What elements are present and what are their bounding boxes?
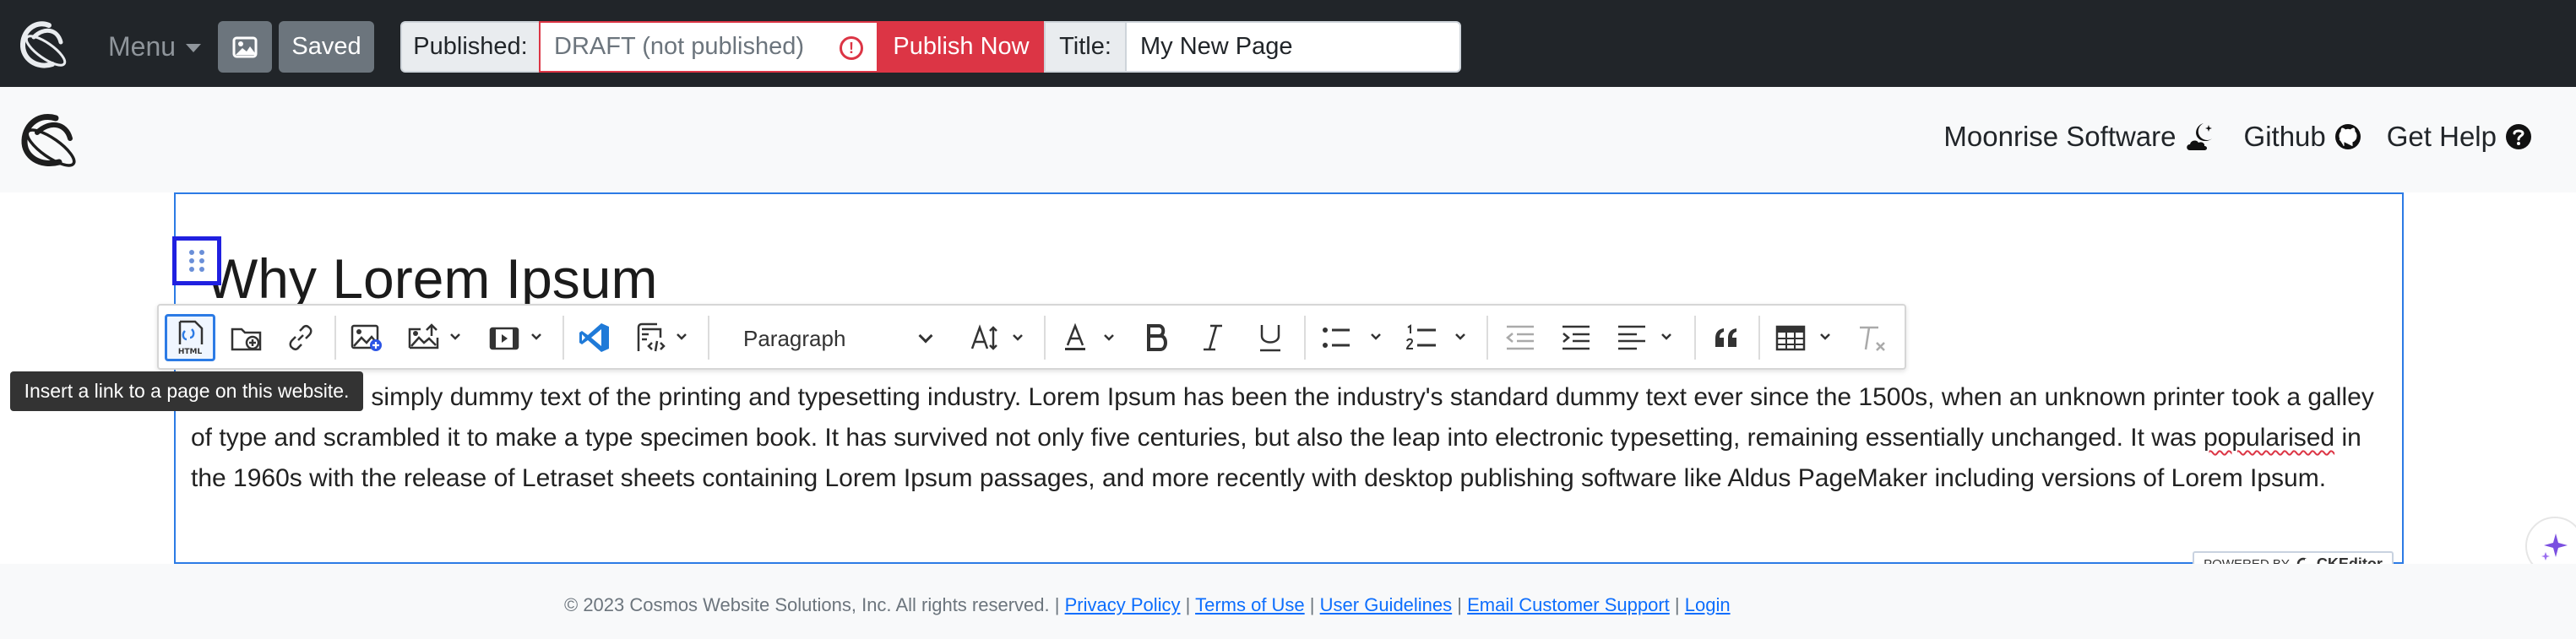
font-color-icon — [1065, 322, 1114, 350]
insert-table-button[interactable] — [1767, 314, 1843, 361]
page-title-input[interactable]: My New Page — [1125, 21, 1461, 73]
alignment-button[interactable] — [1608, 314, 1684, 361]
toolbar-separator — [1304, 316, 1306, 360]
toolbar-tooltip: Insert a link to a page on this website. — [10, 371, 363, 411]
media-embed-button[interactable] — [480, 314, 552, 361]
html-page-link-icon: HTML — [178, 320, 204, 356]
italic-button[interactable] — [1189, 314, 1236, 361]
cosmos-logo-icon[interactable] — [15, 17, 69, 73]
nav-github[interactable]: Github — [2244, 121, 2361, 153]
outdent-button[interactable] — [1497, 314, 1544, 361]
toolbar-separator — [1486, 316, 1488, 360]
nav-moonrise-software[interactable]: Moonrise Software — [1943, 121, 2218, 153]
align-icon — [1618, 325, 1671, 350]
toolbar-separator — [562, 316, 564, 360]
content-heading[interactable]: Why Lorem Ipsum — [205, 245, 657, 312]
chevron-down-icon — [918, 328, 933, 344]
paragraph-text: Lorem Ipsum is simply dummy text of the … — [191, 383, 2374, 452]
block-drag-handle-icon[interactable] — [172, 236, 221, 285]
italic-icon — [1204, 324, 1222, 351]
heading-style-dropdown[interactable]: Paragraph — [730, 317, 944, 360]
numbered-list-icon — [1405, 324, 1465, 349]
content-paragraph[interactable]: Lorem Ipsum is simply dummy text of the … — [191, 377, 2378, 499]
toolbar-separator — [1044, 316, 1046, 360]
upload-image-button[interactable] — [399, 314, 471, 361]
indent-button[interactable] — [1552, 314, 1600, 361]
vscode-button[interactable] — [571, 314, 618, 361]
link-button[interactable] — [277, 314, 324, 361]
published-label: Published: — [400, 21, 539, 73]
bulleted-list-button[interactable] — [1312, 314, 1394, 361]
nav-get-help[interactable]: Get Help — [2387, 121, 2532, 153]
link-icon — [289, 324, 312, 351]
site-logo-icon[interactable] — [15, 110, 81, 173]
spellcheck-word[interactable]: popularised — [2204, 424, 2334, 452]
site-footer: © 2023 Cosmos Website Solutions, Inc. Al… — [0, 564, 2576, 639]
font-size-icon — [970, 324, 1023, 350]
folder-add-icon — [231, 328, 262, 351]
remove-format-button[interactable] — [1848, 314, 1895, 361]
alert-circle-icon: ! — [840, 36, 863, 60]
remove-format-icon — [1860, 326, 1885, 351]
toolbar-separator — [334, 316, 336, 360]
privacy-policy-link[interactable]: Privacy Policy — [1065, 594, 1181, 615]
footer-text: © 2023 Cosmos Website Solutions, Inc. Al… — [564, 594, 1731, 615]
underline-icon — [1260, 325, 1280, 352]
upload-image-icon — [408, 323, 460, 349]
menu-label: Menu — [108, 30, 177, 62]
nav-label: Moonrise Software — [1943, 121, 2177, 152]
terms-of-use-link[interactable]: Terms of Use — [1195, 594, 1305, 615]
indent-icon — [1562, 325, 1590, 350]
toolbar-separator — [1694, 316, 1696, 360]
caret-down-icon — [186, 44, 202, 52]
toolbar-separator — [708, 316, 709, 360]
svg-text:HTML: HTML — [178, 348, 203, 356]
paragraph-style-label: Paragraph — [743, 325, 846, 351]
saved-status-button[interactable]: Saved — [279, 21, 374, 73]
moon-cloud-icon — [2186, 123, 2212, 150]
block-quote-icon — [1715, 328, 1736, 347]
numbered-list-button[interactable] — [1397, 314, 1478, 361]
site-nav: Moonrise Software Github Get Help — [1943, 121, 2532, 153]
vscode-icon — [579, 323, 609, 352]
outdent-icon — [1506, 325, 1534, 350]
block-quote-button[interactable] — [1703, 314, 1750, 361]
image-icon — [232, 36, 258, 57]
media-embed-icon — [489, 327, 541, 350]
editor-topbar: Menu Saved Published: DRAFT (not publish… — [0, 0, 2576, 87]
copyright-text: © 2023 Cosmos Website Solutions, Inc. Al… — [564, 594, 1050, 615]
insert-file-button[interactable] — [223, 314, 270, 361]
publish-now-button[interactable]: Publish Now — [878, 21, 1044, 73]
login-link[interactable]: Login — [1685, 594, 1731, 615]
html-page-link-button[interactable]: HTML — [165, 314, 215, 361]
image-library-button[interactable] — [218, 21, 272, 73]
underline-button[interactable] — [1247, 314, 1294, 361]
ckeditor-toolbar: HTML Paragraph — [157, 304, 1906, 370]
insert-image-button[interactable] — [343, 314, 390, 361]
published-date-field[interactable]: DRAFT (not published) ! — [539, 21, 878, 73]
font-color-button[interactable] — [1052, 314, 1125, 361]
table-icon — [1775, 325, 1830, 351]
code-block-button[interactable] — [625, 314, 698, 361]
email-support-link[interactable]: Email Customer Support — [1467, 594, 1670, 615]
nav-label: Github — [2243, 121, 2326, 152]
code-block-icon — [637, 322, 687, 352]
sparkle-icon — [2541, 533, 2568, 560]
question-circle-icon — [2506, 124, 2531, 149]
toolbar-separator — [1758, 316, 1760, 360]
site-header: Moonrise Software Github Get Help — [0, 87, 2576, 192]
menu-dropdown-button[interactable]: Menu — [108, 25, 202, 68]
font-size-button[interactable] — [961, 314, 1034, 361]
github-icon — [2334, 124, 2361, 149]
title-label: Title: — [1044, 21, 1125, 73]
bold-icon — [1147, 324, 1167, 351]
publish-controls: Published: DRAFT (not published) ! Publi… — [400, 21, 1461, 73]
nav-label: Get Help — [2386, 121, 2497, 152]
insert-image-icon — [351, 324, 382, 351]
user-guidelines-link[interactable]: User Guidelines — [1320, 594, 1453, 615]
bulleted-list-icon — [1323, 328, 1381, 348]
bold-button[interactable] — [1133, 314, 1181, 361]
published-value: DRAFT (not published) — [554, 33, 805, 60]
